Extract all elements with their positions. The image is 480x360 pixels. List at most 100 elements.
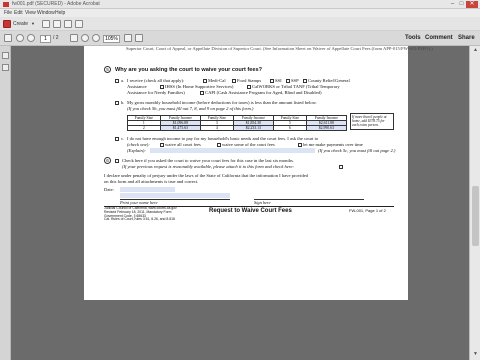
line-5b-1: My gross monthly household income (befor… (127, 100, 317, 105)
menu-bar: File Edit View Window Help (0, 9, 480, 17)
declaration-line-2: on this form and all attachments is true… (104, 179, 199, 184)
label-5a: a. (121, 78, 125, 83)
page-up-icon[interactable] (16, 34, 24, 42)
line-6-1: Check here if you asked the court to wai… (122, 158, 294, 163)
print-name-field[interactable] (120, 193, 230, 198)
option-capi: CAPI (Cash Assistance Program for Aged, … (205, 90, 322, 95)
print-icon[interactable] (64, 20, 72, 28)
checkbox-food-stamps[interactable] (232, 79, 236, 83)
footer-line: Cal. Rules of Court, rules 3.51, 8.26, a… (104, 217, 175, 222)
checkbox-waive-some[interactable] (217, 143, 221, 147)
top-partial-line: Superior Court, Court of Appeal, or Appe… (126, 46, 433, 51)
navigation-toolbar: 1 / 2 105% Tools Comment Share (0, 31, 480, 46)
table-row: 2 $1,475.63 4 $2,233.13 6 $2,990.63 (127, 125, 348, 131)
checkbox-ssp[interactable] (286, 79, 290, 83)
select-arrow-icon[interactable] (70, 34, 78, 42)
option-waive-all: waive all court fees (165, 142, 201, 147)
checkbox-ssi[interactable] (270, 79, 274, 83)
checkbox-capi[interactable] (200, 91, 204, 95)
fit-width-icon[interactable] (135, 34, 143, 42)
table-note: If more than 6 people at home, add $378.… (350, 113, 394, 130)
create-dropdown-icon[interactable]: ▼ (31, 19, 35, 29)
line-5a-1: I receive (check all that apply): (127, 78, 185, 83)
option-payments: let me make payments over time (303, 142, 363, 147)
option-county-relief: County Relief/General (308, 78, 350, 83)
checkbox-waive-all[interactable] (160, 143, 164, 147)
main-toolbar: Create ▼ (0, 17, 480, 31)
table-cell: $2,990.63 (305, 125, 348, 131)
table-cell: $1,475.63 (159, 125, 201, 131)
bookmarks-icon[interactable] (2, 64, 9, 71)
minimize-icon[interactable]: – (448, 1, 457, 8)
close-icon[interactable]: ✕ (466, 1, 478, 8)
create-icon (3, 20, 11, 28)
line-5b-2: (If you check 5b, you must fill out 7, 8… (127, 106, 254, 111)
signature-field[interactable] (254, 193, 364, 198)
table-cell: 2 (127, 125, 161, 131)
checkbox-5a[interactable] (115, 79, 119, 83)
line-5c-1: I do not have enough income to pay for m… (127, 136, 319, 141)
declaration-line-1: I declare under penalty of perjury under… (104, 173, 308, 178)
table-cell: 4 (199, 125, 234, 131)
page-total: / 2 (53, 35, 59, 41)
email-icon[interactable] (75, 20, 83, 28)
section-5-heading: Why are you asking the court to waive yo… (115, 67, 263, 73)
page-thumbnails-icon[interactable] (2, 52, 9, 59)
open-icon[interactable] (42, 20, 50, 28)
income-table: Family Size Family Income Family Size Fa… (127, 115, 348, 131)
pdf-page-2 (84, 230, 408, 300)
tools-pane-link[interactable]: Tools (405, 34, 421, 43)
checkbox-ihss[interactable] (160, 85, 164, 89)
print-name-label: Print your name here (120, 199, 230, 205)
maximize-icon[interactable]: □ (457, 1, 466, 8)
checkbox-calworks[interactable] (247, 85, 251, 89)
checkbox-6-attached[interactable] (339, 165, 343, 169)
scrollbar-thumb[interactable] (472, 186, 479, 246)
date-field[interactable] (120, 187, 175, 192)
checkbox-6[interactable] (115, 159, 119, 163)
table-cell: 6 (272, 125, 307, 131)
zoom-out-icon[interactable] (81, 34, 89, 42)
checkbox-county-relief[interactable] (303, 79, 307, 83)
page-down-icon[interactable] (27, 34, 35, 42)
menu-view[interactable]: View (25, 9, 36, 17)
checkbox-5b[interactable] (115, 101, 119, 105)
checkbox-medi-cal[interactable] (203, 79, 207, 83)
save-icon[interactable] (53, 20, 61, 28)
fit-page-icon[interactable] (124, 34, 132, 42)
share-pane-link[interactable]: Share (458, 34, 475, 43)
checkbox-5c[interactable] (115, 137, 119, 141)
footer-page: FW-001, Page 1 of 2 (349, 208, 386, 213)
menu-edit[interactable]: Edit (14, 9, 23, 17)
checkbox-payments[interactable] (298, 143, 302, 147)
hand-icon[interactable] (4, 34, 12, 42)
option-ssp: SSP (291, 78, 299, 83)
scroll-down-icon[interactable]: ▼ (472, 351, 479, 358)
scroll-up-icon[interactable]: ▲ (472, 47, 479, 54)
section-6-number: 6 (104, 157, 111, 164)
document-viewer: Superior Court, Court of Appeal, or Appe… (11, 46, 469, 360)
comment-pane-link[interactable]: Comment (425, 34, 453, 43)
zoom-level-input[interactable]: 105% (103, 35, 120, 43)
option-ihss: IHSS (In Home Supportive Services) (165, 84, 234, 89)
page-number-input[interactable]: 1 (40, 35, 51, 43)
zoom-in-icon[interactable] (92, 34, 100, 42)
window-title: fw001.pdf (SECURED) - Adobe Acrobat (12, 1, 100, 7)
date-label: Date: (104, 187, 114, 192)
line-5c-3b: (If you check 5c, you must fill out page… (318, 148, 396, 153)
footer-left: Judicial Council of California, www.cour… (104, 206, 177, 222)
label-5b: b. (121, 100, 125, 105)
menu-file[interactable]: File (4, 9, 12, 17)
menu-help[interactable]: Help (55, 9, 65, 17)
line-5c-2a: (check one): (127, 142, 150, 147)
line-5a-3: Assistance for Needy Families) (127, 90, 185, 95)
explain-field[interactable] (150, 148, 315, 153)
menu-window[interactable]: Window (37, 9, 55, 17)
line-5c-3a: (Explain): (127, 148, 146, 153)
vertical-scrollbar[interactable]: ▲ ▼ (469, 46, 480, 360)
create-button[interactable]: Create (13, 19, 28, 29)
title-bar: fw001.pdf (SECURED) - Adobe Acrobat – □ … (0, 0, 480, 9)
table-cell: $2,233.13 (232, 125, 274, 131)
option-ssi: SSI (275, 78, 282, 83)
section-5-number: 5 (104, 66, 111, 73)
